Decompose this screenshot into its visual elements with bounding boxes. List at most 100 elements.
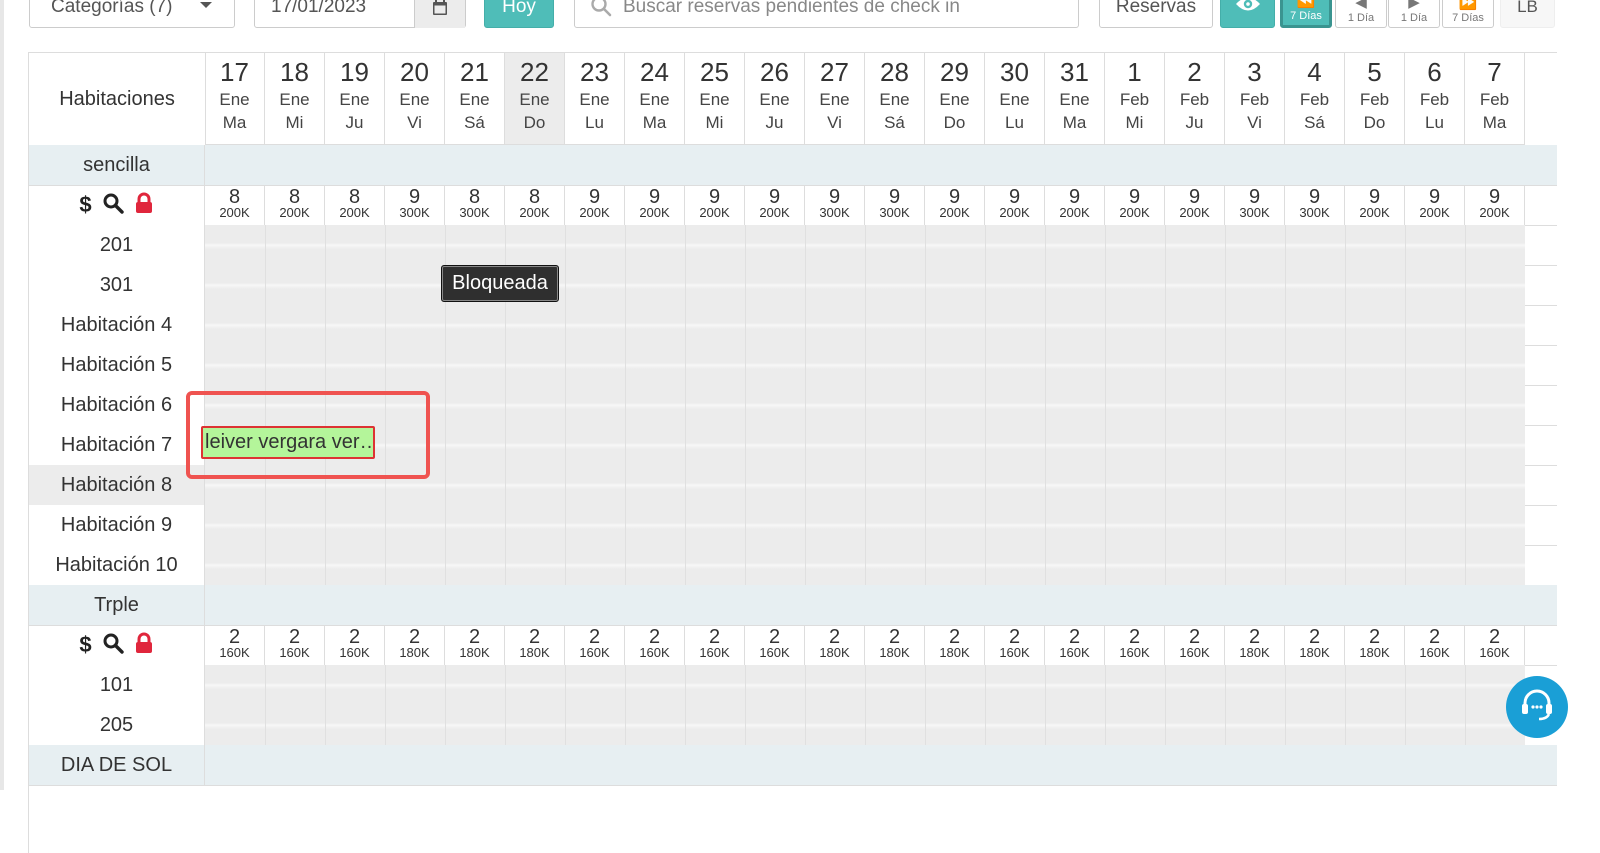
day-separator <box>745 385 746 425</box>
room-day-cells[interactable] <box>205 665 1525 705</box>
view-toggle-button[interactable] <box>1220 0 1275 28</box>
room-label[interactable]: 205 <box>29 705 205 745</box>
headset-icon <box>1517 685 1557 730</box>
available-count: 9 <box>1368 186 1381 208</box>
category-label: Trple <box>29 585 205 625</box>
available-count: 2 <box>288 626 301 648</box>
day-separator <box>1285 305 1286 345</box>
support-button[interactable] <box>1506 676 1568 738</box>
forward-7-days-button[interactable]: ⏩ 7 Días <box>1442 0 1494 28</box>
day-separator <box>1165 705 1166 745</box>
blocked-booking[interactable]: Bloqueada <box>441 265 559 302</box>
room-label[interactable]: Habitación 5 <box>29 345 205 385</box>
day-weekday: Lu <box>1005 113 1024 132</box>
day-month: Feb <box>1119 90 1150 109</box>
search-icon[interactable] <box>102 632 124 659</box>
day-separator <box>325 705 326 745</box>
room-label[interactable]: Habitación 10 <box>29 545 205 585</box>
room-label[interactable]: Habitación 6 <box>29 385 205 425</box>
search-icon[interactable] <box>102 192 124 219</box>
room-label[interactable]: Habitación 9 <box>29 505 205 545</box>
room-day-cells[interactable] <box>205 545 1525 585</box>
price: 160K <box>579 645 610 660</box>
day-separator <box>1345 425 1346 465</box>
available-count: 2 <box>1428 626 1441 648</box>
day-separator <box>985 425 986 465</box>
lock-icon[interactable] <box>134 192 154 219</box>
day-separator <box>1105 305 1106 345</box>
day-separator <box>1405 225 1406 265</box>
day-separator <box>985 225 986 265</box>
available-count: 2 <box>1308 626 1321 648</box>
today-button[interactable]: Hoy <box>484 0 554 28</box>
room-label[interactable]: Habitación 8 <box>29 465 205 505</box>
room-label[interactable]: 101 <box>29 665 205 705</box>
price: 160K <box>1179 645 1210 660</box>
day-separator <box>985 505 986 545</box>
day-month: Ene <box>339 90 370 109</box>
room-day-cells[interactable] <box>205 305 1525 345</box>
day-separator <box>985 665 986 705</box>
availability-cell: 9 200K <box>985 185 1045 225</box>
day-separator <box>1465 305 1466 345</box>
forward-1-day-button[interactable]: ▶ 1 Día <box>1388 0 1440 28</box>
day-separator <box>385 505 386 545</box>
room-label[interactable]: 301 <box>29 265 205 305</box>
calendar-icon[interactable] <box>414 0 465 28</box>
availability-cell: 8 200K <box>505 185 565 225</box>
day-header: 22 Ene Do <box>505 53 565 145</box>
room-label[interactable]: Habitación 7 <box>29 425 205 465</box>
room-day-cells[interactable] <box>205 345 1525 385</box>
day-header: 28 Ene Sá <box>865 53 925 145</box>
availability-cell: 9 200K <box>1105 185 1165 225</box>
lock-icon[interactable] <box>134 632 154 659</box>
back-7-days-button[interactable]: ⏪ 7 Días <box>1280 0 1332 28</box>
dollar-icon[interactable]: $ <box>79 192 91 218</box>
availability-cell: 2 180K <box>1285 625 1345 665</box>
room-day-cells[interactable] <box>205 225 1525 265</box>
day-separator <box>625 425 626 465</box>
room-day-cells[interactable] <box>205 705 1525 745</box>
room-label[interactable]: 201 <box>29 225 205 265</box>
reservations-button[interactable]: Reservas <box>1099 0 1213 28</box>
room-label[interactable]: Habitación 4 <box>29 305 205 345</box>
day-header: 4 Feb Sá <box>1285 53 1345 145</box>
day-weekday: Mi <box>705 113 724 132</box>
day-separator <box>1345 305 1346 345</box>
price: 180K <box>1239 645 1270 660</box>
price: 180K <box>1299 645 1330 660</box>
room-day-cells[interactable] <box>205 505 1525 545</box>
day-separator <box>265 545 266 585</box>
dollar-icon[interactable]: $ <box>79 632 91 658</box>
back-1-day-button[interactable]: ◀ 1 Día <box>1335 0 1387 28</box>
booking-bar[interactable]: leiver vergara ver… <box>201 426 375 459</box>
day-separator <box>1285 345 1286 385</box>
day-separator <box>1225 265 1226 305</box>
categories-dropdown[interactable]: Categorías (7) <box>29 0 235 28</box>
day-separator <box>1405 465 1406 505</box>
available-count: 2 <box>528 626 541 648</box>
day-separator <box>925 305 926 345</box>
day-separator <box>625 345 626 385</box>
day-separator <box>685 225 686 265</box>
day-separator <box>745 465 746 505</box>
day-separator <box>685 665 686 705</box>
day-separator <box>565 385 566 425</box>
caret-down-icon <box>200 2 212 8</box>
day-header: 1 Feb Mi <box>1105 53 1165 145</box>
price: 160K <box>1419 645 1450 660</box>
search-input[interactable]: Buscar reservas pendientes de check in <box>574 0 1079 28</box>
day-separator <box>805 305 806 345</box>
user-menu[interactable]: LB <box>1500 0 1555 28</box>
category-actions: $ <box>29 185 205 225</box>
day-separator <box>985 305 986 345</box>
day-separator <box>1285 225 1286 265</box>
day-weekday: Sá <box>884 113 905 132</box>
day-separator <box>445 345 446 385</box>
day-separator <box>685 425 686 465</box>
room-day-cells[interactable] <box>205 265 1525 305</box>
availability-cell: 2 160K <box>985 625 1045 665</box>
day-separator <box>1225 505 1226 545</box>
date-field[interactable]: 17/01/2023 <box>254 0 466 28</box>
day-separator <box>1045 345 1046 385</box>
